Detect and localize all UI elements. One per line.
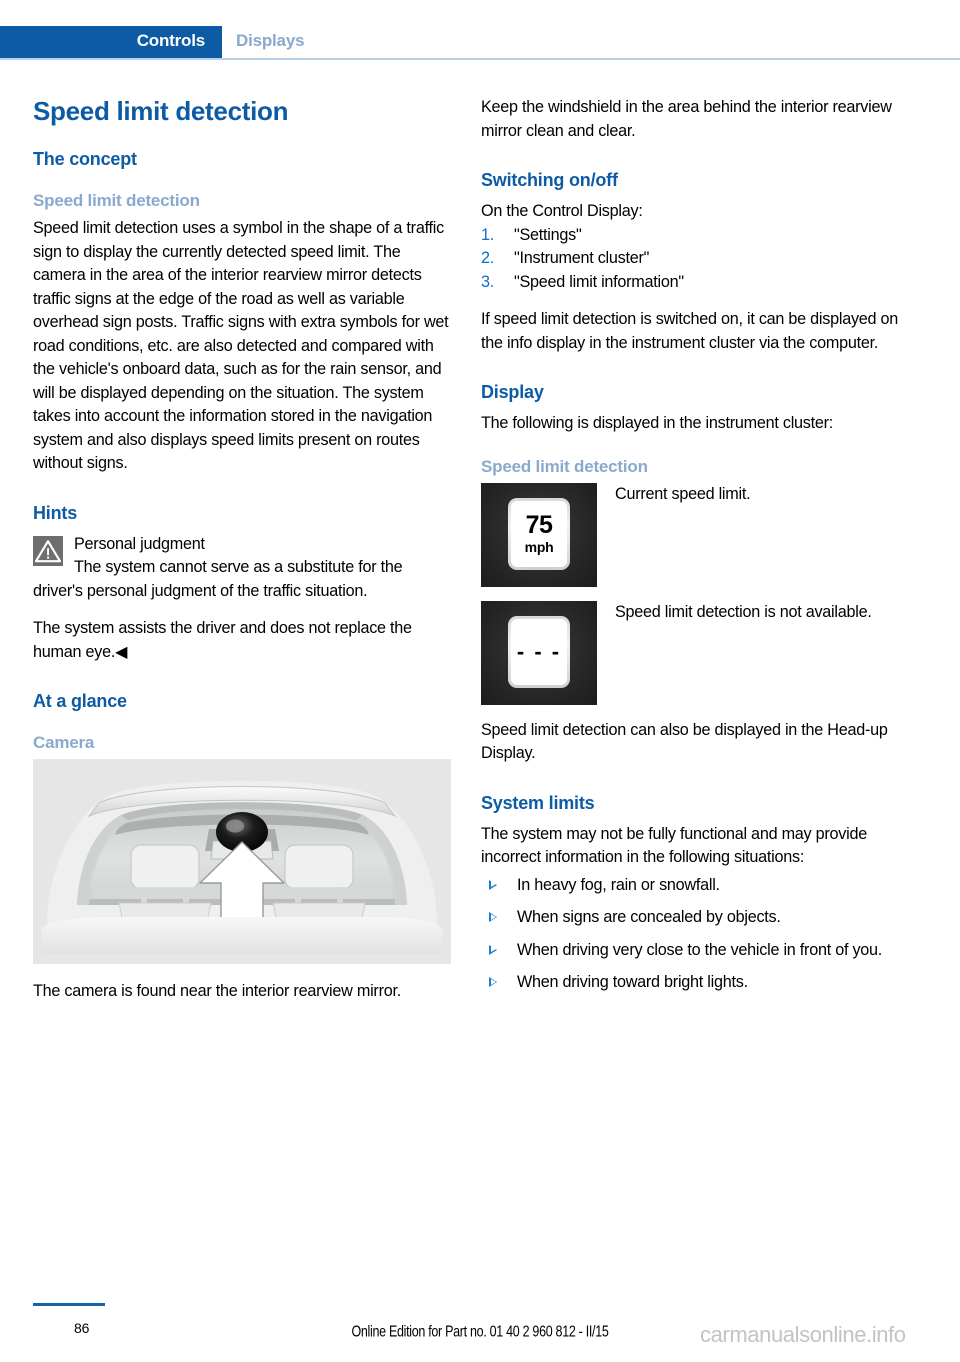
header-divider bbox=[0, 58, 960, 60]
watermark: carmanualsonline.info bbox=[700, 1322, 906, 1347]
hud-paragraph: Speed limit detection can also be displa… bbox=[481, 720, 888, 763]
triangle-bullet-icon bbox=[489, 977, 497, 987]
tab-controls-label: Controls bbox=[136, 31, 205, 50]
step-label: "Instrument cluster" bbox=[514, 249, 650, 267]
list-item: In heavy fog, rain or snowfall. bbox=[481, 874, 899, 898]
section-heading-at-a-glance: At a glance bbox=[33, 691, 127, 711]
footer-divider bbox=[33, 1303, 105, 1306]
system-limits-list: In heavy fog, rain or snowfall. When sig… bbox=[481, 874, 899, 995]
triangle-bullet-icon bbox=[489, 912, 497, 922]
manual-page: Controls Displays Speed limit detection … bbox=[0, 0, 960, 1362]
section-heading-system-limits: System limits bbox=[481, 792, 595, 813]
section-heading-the-concept: The concept bbox=[33, 149, 137, 169]
step-label: "Speed limit information" bbox=[514, 272, 684, 291]
warning-title: Personal judgment bbox=[74, 534, 205, 553]
step-number: 2. bbox=[481, 249, 495, 267]
concept-paragraph: Speed limit detection uses a symbol in t… bbox=[33, 219, 449, 472]
list-item: 2. "Instrument cluster" bbox=[481, 247, 899, 271]
warning-body-secondary: The system assists the driver and does n… bbox=[33, 619, 412, 661]
speed-limit-value: 75 bbox=[525, 511, 553, 539]
speed-limit-unit: mph bbox=[524, 539, 554, 555]
instrument-cluster-panel: - - - bbox=[481, 600, 597, 705]
right-column: Keep the windshield in the area behind t… bbox=[481, 96, 899, 1004]
section-heading-hints: Hints bbox=[33, 502, 78, 523]
section-heading-display: Display bbox=[481, 382, 544, 402]
icon-caption: Speed limit detection is not available. bbox=[615, 602, 872, 621]
speed-limit-unavailable-icon: - - - bbox=[508, 615, 570, 688]
subsection-heading-speed-limit-detection: Speed limit detection bbox=[33, 191, 200, 210]
list-item-label: In heavy fog, rain or snowfall. bbox=[517, 875, 720, 894]
display-icon-row-unavailable: - - - Speed limit detection is not avail… bbox=[481, 600, 899, 705]
warning-block: Personal judgment The system cannot serv… bbox=[33, 533, 451, 604]
page-title: Speed limit detection bbox=[33, 96, 289, 126]
subsection-heading-camera: Camera bbox=[33, 733, 95, 752]
step-number: 1. bbox=[481, 225, 495, 244]
system-limits-intro: The system may not be fully functional a… bbox=[481, 824, 867, 867]
subsection-heading-speed-limit-detection-display: Speed limit detection bbox=[481, 456, 648, 476]
switching-steps-list: 1. "Settings" 2. "Instrument cluster" 3.… bbox=[481, 224, 899, 295]
left-column: Speed limit detection The concept Speed … bbox=[33, 96, 451, 1018]
switched-on-paragraph: If speed limit detection is switched on,… bbox=[481, 310, 899, 352]
camera-caption: The camera is found near the interior re… bbox=[33, 982, 401, 1000]
step-number: 3. bbox=[481, 272, 495, 291]
list-item: When driving toward bright lights. bbox=[481, 971, 899, 995]
windshield-paragraph: Keep the windshield in the area behind t… bbox=[481, 98, 892, 140]
list-item-label: When driving toward bright lights. bbox=[517, 973, 748, 991]
tab-displays[interactable]: Displays bbox=[236, 31, 305, 51]
speed-limit-value: - - - bbox=[516, 638, 562, 664]
tab-controls[interactable]: Controls bbox=[0, 26, 222, 59]
list-item: When driving very close to the vehicle i… bbox=[481, 939, 899, 963]
display-icon-row-current-limit: 75 mph Current speed limit. bbox=[481, 482, 899, 587]
list-item-label: When signs are concealed by objects. bbox=[517, 908, 781, 926]
instrument-cluster-panel: 75 mph bbox=[481, 482, 597, 587]
speed-limit-sign-icon: 75 mph bbox=[508, 497, 570, 570]
list-item: 3. "Speed limit information" bbox=[481, 271, 899, 295]
display-intro: The following is displayed in the instru… bbox=[481, 414, 834, 432]
warning-body: The system cannot serve as a substitute … bbox=[33, 558, 403, 600]
list-item: 1. "Settings" bbox=[481, 224, 899, 248]
triangle-bullet-icon bbox=[489, 944, 497, 955]
warning-triangle-icon bbox=[33, 535, 63, 566]
triangle-bullet-icon bbox=[489, 879, 497, 890]
list-item: When signs are concealed by objects. bbox=[481, 906, 899, 930]
control-display-intro: On the Control Display: bbox=[481, 202, 643, 220]
icon-caption: Current speed limit. bbox=[615, 484, 751, 503]
camera-illustration bbox=[33, 759, 451, 964]
list-item-label: When driving very close to the vehicle i… bbox=[517, 940, 883, 959]
page-header: Controls Displays bbox=[0, 0, 960, 62]
section-heading-switching-on-off: Switching on/off bbox=[481, 170, 618, 190]
step-label: "Settings" bbox=[514, 225, 582, 244]
